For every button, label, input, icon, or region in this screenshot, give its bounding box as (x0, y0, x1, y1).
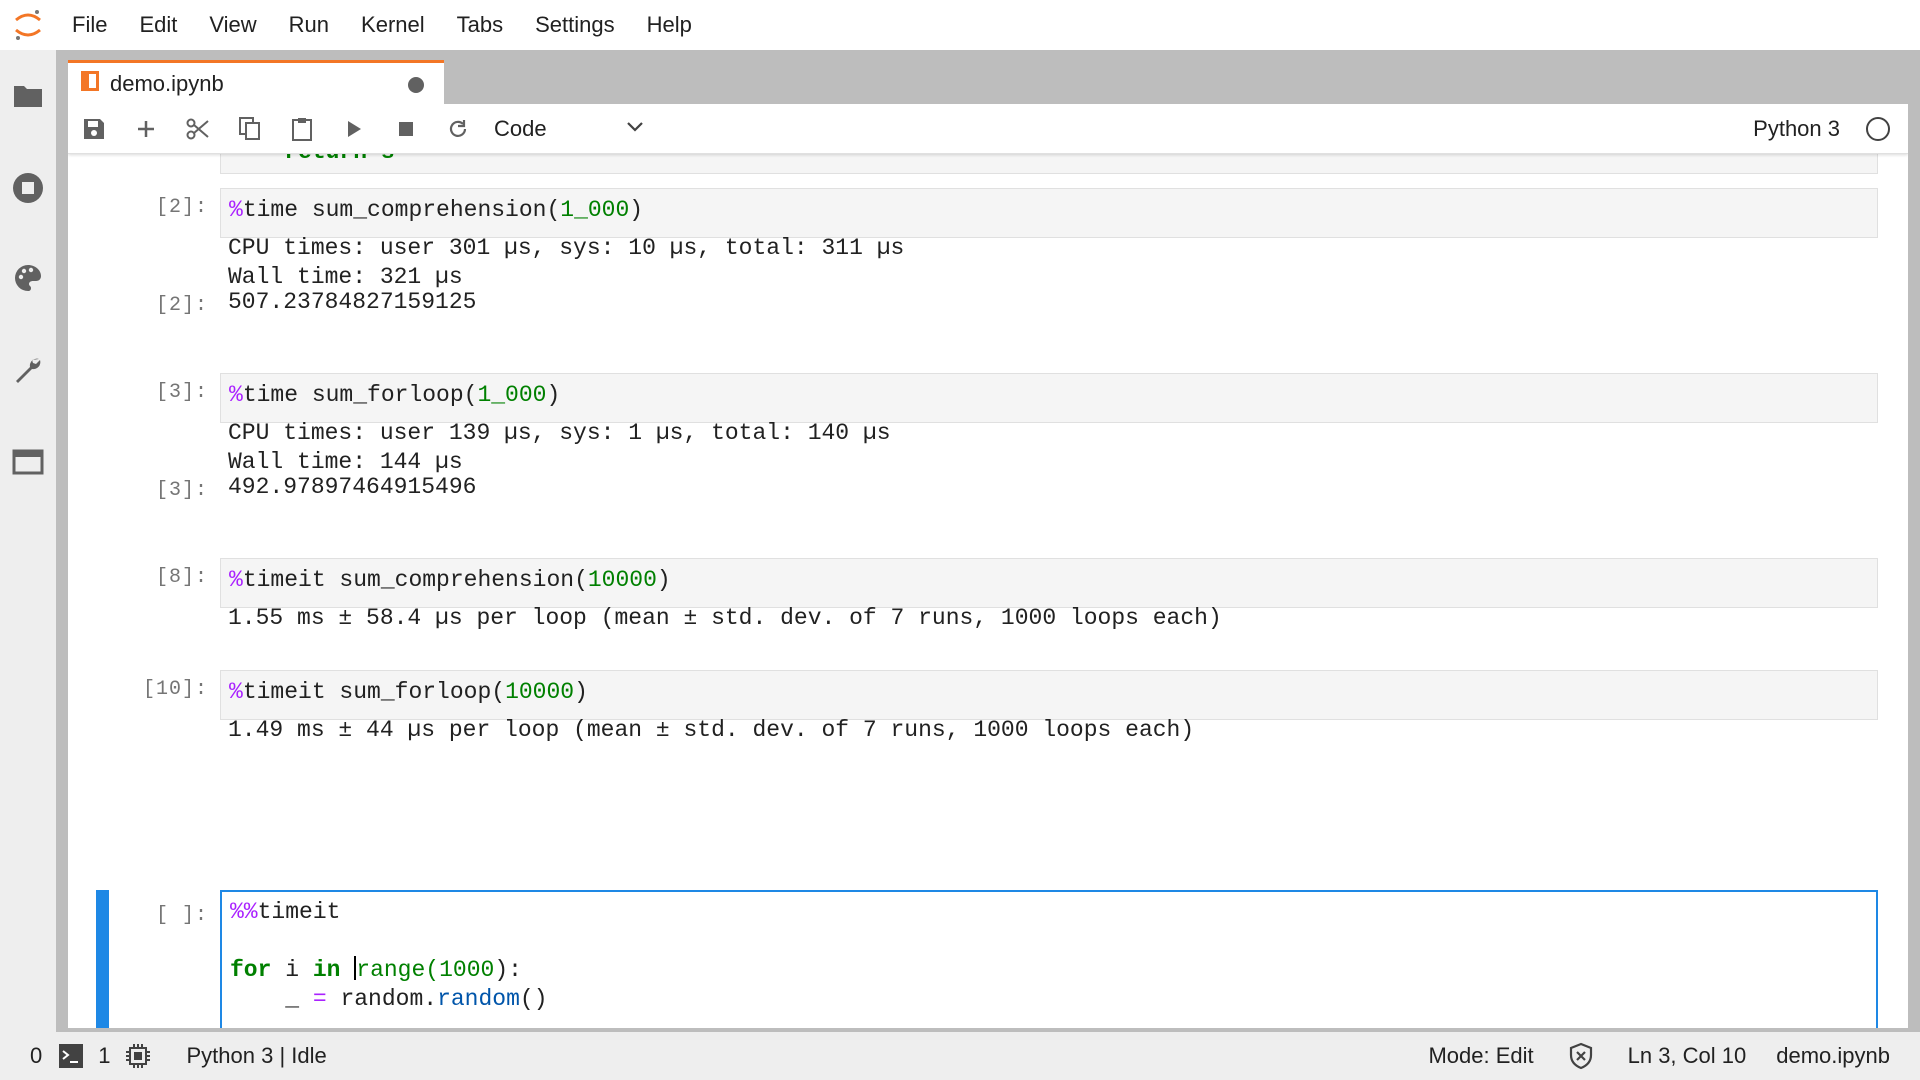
stop-kernel-icon[interactable] (380, 104, 432, 154)
left-sidebar (0, 50, 56, 1032)
paste-icon[interactable] (276, 104, 328, 154)
input-prompt: [3]: (155, 381, 208, 404)
input-prompt: [10]: (142, 678, 208, 701)
cut-icon[interactable] (172, 104, 224, 154)
output-prompt: [3]: (155, 479, 208, 502)
menu-bar: File Edit View Run Kernel Tabs Settings … (0, 0, 1920, 50)
code-input-text: %timeit sum_forloop(10000) (229, 679, 588, 705)
folder-icon[interactable] (10, 78, 46, 114)
kernels-count[interactable]: 1 (98, 1032, 110, 1080)
status-bar: 0 1 Python 3 | Idle Mode: Edit Ln 3, Col… (0, 1032, 1920, 1080)
cpu-chip-icon (125, 1032, 151, 1080)
menu-view[interactable]: View (193, 0, 272, 50)
save-icon[interactable] (68, 104, 120, 154)
code-cell-input[interactable]: %timeit sum_comprehension(10000) (220, 558, 1878, 608)
code-input-text: %timeit sum_comprehension(10000) (229, 567, 671, 593)
jupyterlab-window: File Edit View Run Kernel Tabs Settings … (0, 0, 1920, 1080)
trust-shield-icon[interactable] (1568, 1032, 1594, 1080)
menu-kernel[interactable]: Kernel (345, 0, 441, 50)
cell-stdout: 1.55 ms ± 58.4 µs per loop (mean ± std. … (228, 605, 1222, 631)
cell-result: 492.97897464915496 (228, 474, 477, 500)
input-prompt: [ ]: (155, 904, 208, 927)
notebook-file-icon (80, 70, 100, 97)
tab-title: demo.ipynb (110, 70, 224, 96)
cursor-position[interactable]: Ln 3, Col 10 (1628, 1032, 1747, 1080)
code-cell-partial[interactable]: return s (220, 154, 1878, 174)
kernel-name-button[interactable]: Python 3 (1753, 104, 1840, 154)
cell-result: 507.23784827159125 (228, 289, 477, 315)
notebook-toolbar: Code Python 3 (68, 104, 1908, 154)
input-prompt: [8]: (155, 566, 208, 589)
notebook-cells: return s [2]: %time sum_comprehension(1_… (68, 154, 1908, 1028)
cell-type-dropdown[interactable]: Code (494, 116, 644, 142)
code-cell-partial-text: return s (229, 154, 394, 165)
copy-icon[interactable] (224, 104, 276, 154)
cell-stdout: CPU times: user 139 µs, sys: 1 µs, total… (228, 420, 891, 475)
jupyter-logo-icon (0, 0, 56, 50)
main-dock: demo.ipynb Code Python 3 [2]: %time sum_… (56, 50, 1920, 1032)
restart-kernel-icon[interactable] (432, 104, 484, 154)
unsaved-indicator-icon[interactable] (408, 77, 424, 93)
active-code-cell-editor[interactable]: %%timeit for i in range(1000): _ = rando… (220, 890, 1878, 1028)
code-cell-input[interactable]: %time sum_comprehension(1_000) (220, 188, 1878, 238)
code-cell-input[interactable]: %timeit sum_forloop(10000) (220, 670, 1878, 720)
cell-stdout: 1.49 ms ± 44 µs per loop (mean ± std. de… (228, 717, 1195, 743)
input-prompt: [2]: (155, 196, 208, 219)
add-cell-icon[interactable] (120, 104, 172, 154)
tabs-icon[interactable] (10, 444, 46, 480)
menu-settings[interactable]: Settings (519, 0, 631, 50)
terminal-icon (58, 1032, 84, 1080)
menu-file[interactable]: File (56, 0, 123, 50)
output-prompt: [2]: (155, 294, 208, 317)
menu-help[interactable]: Help (631, 0, 708, 50)
current-file-name: demo.ipynb (1776, 1043, 1890, 1068)
code-editor-text: %%timeit for i in range(1000): _ = rando… (230, 899, 548, 1012)
menu-run[interactable]: Run (273, 0, 345, 50)
code-input-text: %time sum_comprehension(1_000) (229, 197, 644, 223)
running-sessions-icon[interactable] (10, 170, 46, 206)
run-cell-icon[interactable] (328, 104, 380, 154)
kernel-state[interactable]: Python 3 | Idle (187, 1032, 327, 1080)
chevron-down-icon (626, 120, 644, 138)
cell-stdout: CPU times: user 301 µs, sys: 10 µs, tota… (228, 235, 905, 290)
notebook-panel: Code Python 3 return s [2]: %time sum_co… (68, 104, 1908, 1028)
editor-mode: Mode: Edit (1428, 1043, 1534, 1068)
tab-demo-notebook[interactable]: demo.ipynb (68, 60, 444, 104)
tab-bar: demo.ipynb (56, 50, 1920, 104)
cell-type-label: Code (494, 115, 547, 141)
terminals-count[interactable]: 0 (30, 1032, 42, 1080)
code-input-text: %time sum_forloop(1_000) (229, 382, 561, 408)
menu-edit[interactable]: Edit (123, 0, 193, 50)
wrench-icon[interactable] (10, 352, 46, 388)
menu-tabs[interactable]: Tabs (441, 0, 519, 50)
kernel-status-icon (1866, 117, 1890, 141)
palette-icon[interactable] (10, 260, 46, 296)
code-cell-input[interactable]: %time sum_forloop(1_000) (220, 373, 1878, 423)
